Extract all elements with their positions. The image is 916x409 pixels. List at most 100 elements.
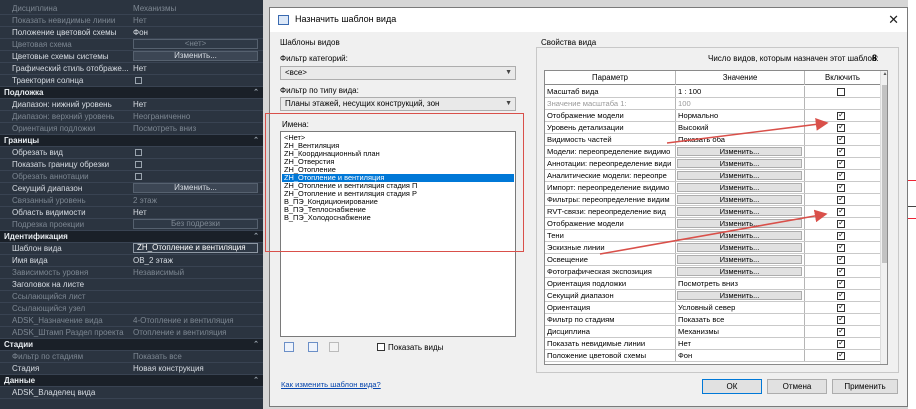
edit-button[interactable]: Изменить... [677,231,802,240]
property-value[interactable]: Показать оба [676,134,805,145]
properties-scrollbar[interactable]: ▲ [880,71,887,364]
property-value[interactable]: 1 : 100 [676,86,805,97]
palette-property-row[interactable]: Показать невидимые линии Нет [0,15,263,26]
collapse-icon[interactable]: ⌃ [253,135,259,146]
scroll-up-icon[interactable]: ▲ [881,71,887,77]
palette-property-row[interactable]: Связанный уровень 2 этаж [0,195,263,206]
include-checkbox[interactable] [837,326,845,336]
property-value[interactable]: 100 [676,98,805,109]
edit-button[interactable]: Изменить... [677,291,802,300]
edit-button[interactable]: Изменить... [677,255,802,264]
palette-checkbox[interactable] [135,149,142,156]
palette-property-row[interactable]: Диапазон: нижний уровень Нет [0,99,263,110]
property-row[interactable]: Ориентация подложки Посмотреть вниз [545,278,880,290]
drawing-canvas[interactable] [908,0,916,409]
show-views-checkbox[interactable] [377,343,385,351]
include-checkbox[interactable] [837,350,845,360]
property-row[interactable]: Фотографическая экспозиция Изменить... [545,266,880,278]
include-checkbox[interactable] [837,278,845,288]
property-value[interactable]: Показать все [676,314,805,325]
palette-property-row[interactable]: Цветовые схемы системы Изменить... [0,51,263,62]
property-row[interactable]: Масштаб вида 1 : 100 [545,86,880,98]
palette-property-row[interactable]: Область видимости Нет [0,207,263,218]
property-row[interactable]: Положение цветовой схемы Фон [545,350,880,362]
property-value[interactable]: Фон [676,350,805,361]
include-checkbox[interactable] [837,88,845,96]
palette-property-row[interactable]: Показать границу обрезки [0,159,263,170]
palette-checkbox[interactable] [135,173,142,180]
property-row[interactable]: Дисциплина Механизмы [545,326,880,338]
palette-property-row[interactable]: Ссылающийся лист [0,291,263,302]
include-checkbox[interactable] [837,230,845,240]
delete-icon[interactable] [329,342,339,352]
palette-edit-button[interactable]: <нет> [133,39,258,49]
include-checkbox[interactable] [837,338,845,348]
type-filter-select[interactable]: Планы этажей, несущих конструкций, зон ▼ [280,97,516,111]
property-row[interactable]: Ориентация Условный север [545,302,880,314]
property-row[interactable]: Эскизные линии Изменить... [545,242,880,254]
edit-button[interactable]: Изменить... [677,207,802,216]
property-row[interactable]: Уровень детализации Высокий [545,122,880,134]
close-icon[interactable]: ✕ [888,12,899,28]
palette-section-header[interactable]: Данные ⌃ [0,375,263,386]
palette-checkbox[interactable] [135,161,142,168]
collapse-icon[interactable]: ⌃ [253,339,259,350]
edit-button[interactable]: Изменить... [677,195,802,204]
palette-property-row[interactable]: Ориентация подложки Посмотреть вниз [0,123,263,134]
palette-property-row[interactable]: Фильтр по стадиям Показать все [0,351,263,362]
property-row[interactable]: Фильтры: переопределение видим Изменить..… [545,194,880,206]
property-value[interactable]: Механизмы [676,326,805,337]
include-checkbox[interactable] [837,254,845,264]
palette-section-header[interactable]: Стадии ⌃ [0,339,263,350]
include-checkbox[interactable] [837,170,845,180]
include-checkbox[interactable] [837,122,845,132]
help-link[interactable]: Как изменить шаблон вида? [281,380,381,389]
property-row[interactable]: Показать невидимые линии Нет [545,338,880,350]
property-row[interactable]: Аналитические модели: переопре Изменить..… [545,170,880,182]
palette-property-row[interactable]: Обрезать вид [0,147,263,158]
palette-edit-button[interactable]: Без подрезки [133,219,258,229]
property-row[interactable]: Импорт: переопределение видимо Изменить..… [545,182,880,194]
property-row[interactable]: Аннотации: переопределение види Изменить.… [545,158,880,170]
palette-property-row[interactable]: ADSK_Владелец вида [0,387,263,398]
property-row[interactable]: RVT-связи: переопределение вид Изменить..… [545,206,880,218]
palette-property-row[interactable]: Ссылающийся узел [0,303,263,314]
property-row[interactable]: Модели: переопределение видимо Изменить..… [545,146,880,158]
edit-button[interactable]: Изменить... [677,183,802,192]
property-row[interactable]: Видимость частей Показать оба [545,134,880,146]
property-value[interactable]: Высокий [676,122,805,133]
palette-section-header[interactable]: Идентификация ⌃ [0,231,263,242]
palette-property-row[interactable]: Имя вида OB_2 этаж [0,255,263,266]
property-row[interactable]: Тени Изменить... [545,230,880,242]
scrollbar-thumb[interactable] [882,85,887,263]
include-checkbox[interactable] [837,290,845,300]
edit-button[interactable]: Изменить... [677,267,802,276]
palette-property-row[interactable]: ADSK_Назначение вида 4-Отопление и вентил… [0,315,263,326]
apply-button[interactable]: Применить [832,379,898,394]
include-checkbox[interactable] [837,158,845,168]
ok-button[interactable]: ОК [702,379,762,394]
palette-property-row[interactable]: Обрезать аннотации [0,171,263,182]
palette-property-row[interactable]: Диапазон: верхний уровень Неограниченно [0,111,263,122]
palette-checkbox[interactable] [135,77,142,84]
property-value[interactable]: Условный север [676,302,805,313]
view-template-field[interactable]: ZH_Отопление и вентиляция [133,243,258,253]
include-checkbox[interactable] [837,134,845,144]
property-row[interactable]: Освещение Изменить... [545,254,880,266]
collapse-icon[interactable]: ⌃ [253,231,259,242]
property-value[interactable]: Посмотреть вниз [676,278,805,289]
property-row[interactable]: Значение масштаба 1: 100 [545,98,880,110]
palette-property-row[interactable]: Зависимость уровня Независимый [0,267,263,278]
palette-property-row[interactable]: Дисциплина Механизмы [0,3,263,14]
property-value[interactable]: Нет [676,338,805,349]
include-checkbox[interactable] [837,314,845,324]
category-filter-select[interactable]: <все> ▼ [280,66,516,80]
cancel-button[interactable]: Отмена [767,379,827,394]
palette-property-row[interactable]: Графический стиль отображе... Нет [0,63,263,74]
palette-property-row[interactable]: Цветовая схема <нет> [0,39,263,50]
palette-property-row[interactable]: Подрезка проекции Без подрезки [0,219,263,230]
edit-button[interactable]: Изменить... [677,243,802,252]
edit-button[interactable]: Изменить... [677,147,802,156]
palette-section-header[interactable]: Подложка ⌃ [0,87,263,98]
include-checkbox[interactable] [837,194,845,204]
